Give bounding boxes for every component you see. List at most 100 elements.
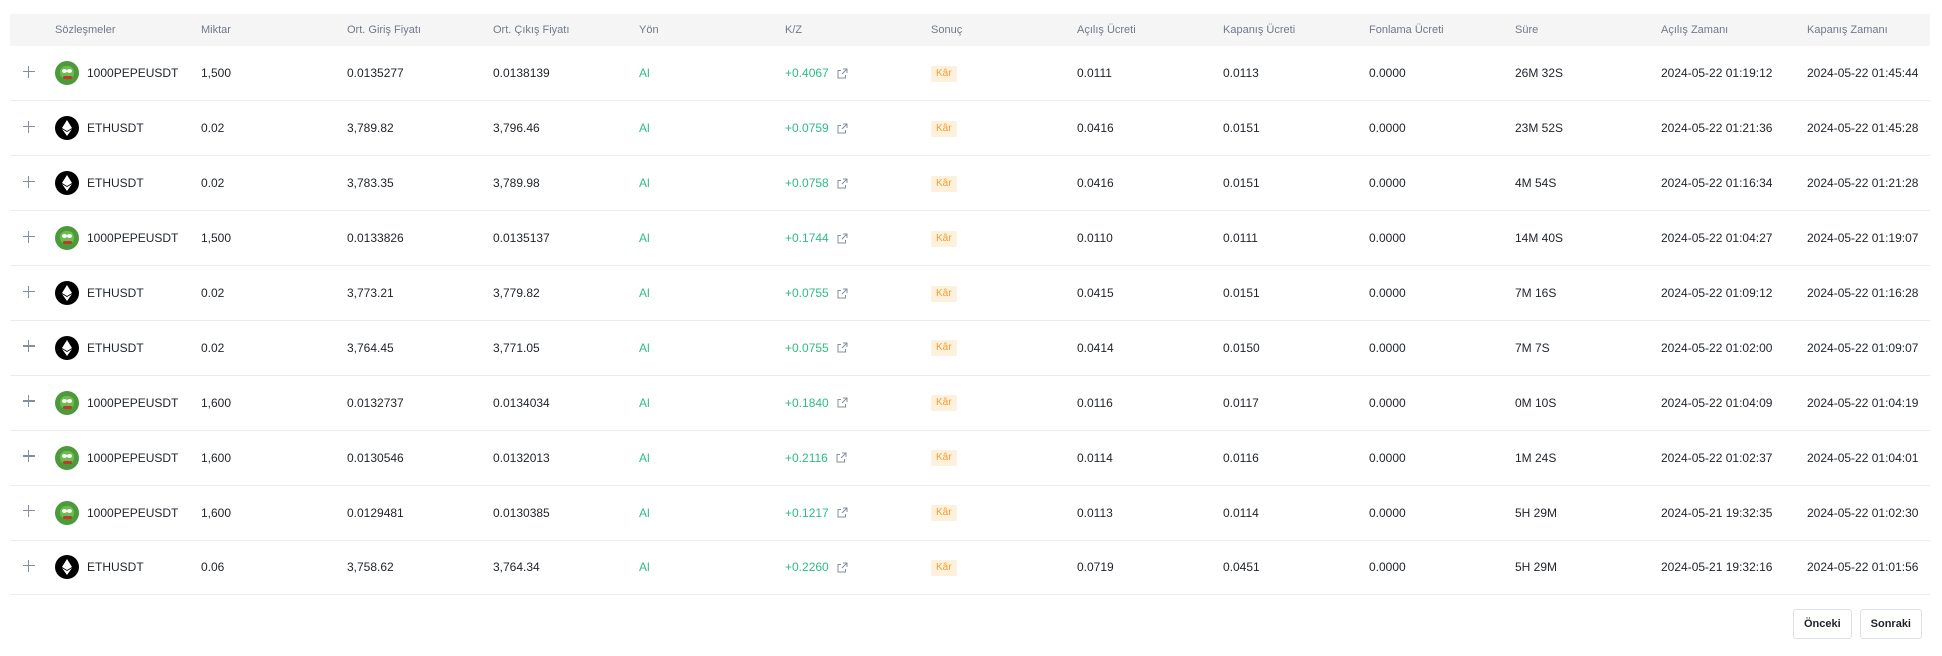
funding-fee-cell: 0.0000 bbox=[1369, 66, 1406, 81]
expand-row-icon[interactable] bbox=[22, 175, 36, 189]
avg-exit-price-cell: 3,771.05 bbox=[493, 340, 540, 355]
contract-symbol: 1000PEPEUSDT bbox=[87, 66, 179, 81]
expand-row-icon[interactable] bbox=[22, 230, 36, 244]
pnl-cell: +0.0759 bbox=[785, 121, 848, 135]
header-expand bbox=[10, 14, 55, 46]
duration-cell: 7M 7S bbox=[1515, 340, 1550, 355]
close-fee-cell: 0.0151 bbox=[1223, 286, 1260, 300]
expand-row-icon[interactable] bbox=[22, 339, 36, 353]
share-icon[interactable] bbox=[837, 68, 848, 79]
funding-fee-cell: 0.0000 bbox=[1369, 560, 1406, 575]
close-time-cell: 2024-05-22 01:04:19 bbox=[1807, 395, 1919, 410]
avg-exit-price-cell: 0.0130385 bbox=[493, 505, 550, 520]
open-fee-cell: 0.0719 bbox=[1077, 560, 1114, 575]
share-icon[interactable] bbox=[837, 397, 848, 408]
table-row: ETHUSDT 0.02 3,789.82 3,796.46 Al +0.0759 Kâr 0… bbox=[10, 101, 1930, 156]
funding-fee-cell: 0.0000 bbox=[1369, 286, 1406, 300]
avg-entry-price-cell: 3,758.62 bbox=[347, 560, 394, 575]
expand-row-icon[interactable] bbox=[22, 120, 36, 134]
header-avg-entry-price: Ort. Giriş Fiyatı bbox=[347, 24, 421, 36]
quantity-cell: 1,600 bbox=[201, 450, 232, 465]
avg-exit-price-cell: 0.0134034 bbox=[493, 395, 550, 410]
quantity-cell: 0.02 bbox=[201, 121, 225, 136]
share-icon[interactable] bbox=[837, 178, 848, 189]
pepe-icon bbox=[55, 445, 79, 470]
header-contracts: Sözleşmeler bbox=[55, 24, 116, 36]
open-fee-cell: 0.0116 bbox=[1077, 395, 1113, 410]
side-cell: Al bbox=[639, 340, 650, 355]
close-time-cell: 2024-05-22 01:16:28 bbox=[1807, 286, 1919, 300]
header-side: Yön bbox=[639, 24, 659, 36]
open-fee-cell: 0.0416 bbox=[1077, 121, 1114, 136]
next-page-button[interactable]: Sonraki bbox=[1859, 609, 1922, 639]
contract-cell: 1000PEPEUSDT bbox=[55, 390, 201, 415]
open-fee-cell: 0.0113 bbox=[1077, 505, 1113, 520]
avg-exit-price-cell: 3,789.98 bbox=[493, 176, 540, 191]
contract-cell: 1000PEPEUSDT bbox=[55, 61, 201, 86]
share-icon[interactable] bbox=[837, 562, 848, 573]
pnl-value: +0.2260 bbox=[785, 560, 829, 575]
table-row: ETHUSDT 0.06 3,758.62 3,764.34 Al +0.2260 Kâr 0… bbox=[10, 540, 1930, 595]
contract-cell: 1000PEPEUSDT bbox=[55, 226, 201, 251]
previous-page-button[interactable]: Önceki bbox=[1792, 609, 1852, 639]
expand-row-icon[interactable] bbox=[22, 394, 36, 408]
avg-entry-price-cell: 3,789.82 bbox=[347, 121, 394, 136]
side-cell: Al bbox=[639, 560, 650, 575]
eth-icon bbox=[55, 335, 79, 360]
table-row: ETHUSDT 0.02 3,773.21 3,779.82 Al +0.0755 Kâr 0… bbox=[10, 266, 1930, 321]
table-row: ETHUSDT 0.02 3,783.35 3,789.98 Al +0.0758 Kâr 0… bbox=[10, 156, 1930, 211]
pnl-value: +0.0755 bbox=[785, 286, 829, 300]
expand-row-icon[interactable] bbox=[22, 504, 36, 518]
share-icon[interactable] bbox=[837, 288, 848, 299]
close-fee-cell: 0.0111 bbox=[1223, 231, 1258, 246]
close-fee-cell: 0.0151 bbox=[1223, 176, 1260, 191]
quantity-cell: 0.02 bbox=[201, 176, 225, 191]
share-icon[interactable] bbox=[837, 342, 848, 353]
avg-entry-price-cell: 0.0133826 bbox=[347, 231, 404, 246]
close-time-cell: 2024-05-22 01:02:30 bbox=[1807, 505, 1919, 520]
avg-exit-price-cell: 0.0132013 bbox=[493, 450, 550, 465]
result-badge: Kâr bbox=[931, 505, 957, 522]
close-time-cell: 2024-05-22 01:01:56 bbox=[1807, 560, 1919, 575]
contract-symbol: ETHUSDT bbox=[87, 286, 144, 300]
contract-symbol: 1000PEPEUSDT bbox=[87, 395, 179, 410]
open-time-cell: 2024-05-22 01:04:09 bbox=[1661, 395, 1773, 410]
quantity-cell: 1,600 bbox=[201, 505, 232, 520]
expand-row-icon[interactable] bbox=[22, 559, 36, 573]
close-fee-cell: 0.0113 bbox=[1223, 66, 1259, 81]
contract-symbol: ETHUSDT bbox=[87, 340, 144, 355]
avg-exit-price-cell: 0.0138139 bbox=[493, 66, 550, 81]
expand-row-icon[interactable] bbox=[22, 65, 36, 79]
result-badge: Kâr bbox=[931, 65, 957, 82]
duration-cell: 14M 40S bbox=[1515, 231, 1564, 246]
funding-fee-cell: 0.0000 bbox=[1369, 176, 1406, 191]
quantity-cell: 0.02 bbox=[201, 340, 225, 355]
side-cell: Al bbox=[639, 121, 650, 136]
pnl-cell: +0.0755 bbox=[785, 341, 848, 355]
pepe-icon bbox=[55, 500, 79, 525]
close-fee-cell: 0.0116 bbox=[1223, 450, 1259, 465]
result-badge: Kâr bbox=[931, 395, 957, 412]
share-icon[interactable] bbox=[837, 233, 848, 244]
close-time-cell: 2024-05-22 01:09:07 bbox=[1807, 340, 1919, 355]
funding-fee-cell: 0.0000 bbox=[1369, 505, 1406, 520]
table-row: 1000PEPEUSDT 1,600 0.0129481 0.0130385 Al +0.… bbox=[10, 485, 1930, 541]
duration-cell: 26M 32S bbox=[1515, 66, 1564, 81]
duration-cell: 23M 52S bbox=[1515, 121, 1564, 136]
expand-row-icon[interactable] bbox=[22, 285, 36, 299]
funding-fee-cell: 0.0000 bbox=[1369, 340, 1406, 355]
share-icon[interactable] bbox=[837, 123, 848, 134]
share-icon[interactable] bbox=[836, 452, 847, 463]
share-icon[interactable] bbox=[837, 507, 848, 518]
quantity-cell: 0.06 bbox=[201, 560, 225, 575]
avg-entry-price-cell: 3,764.45 bbox=[347, 340, 394, 355]
avg-entry-price-cell: 0.0130546 bbox=[347, 450, 404, 465]
header-avg-exit-price: Ort. Çıkış Fiyatı bbox=[493, 24, 570, 36]
open-time-cell: 2024-05-21 19:32:16 bbox=[1661, 560, 1773, 575]
expand-row-icon[interactable] bbox=[22, 449, 36, 463]
result-badge: Kâr bbox=[931, 450, 957, 467]
quantity-cell: 1,600 bbox=[201, 395, 232, 410]
close-time-cell: 2024-05-22 01:45:44 bbox=[1807, 66, 1919, 81]
avg-exit-price-cell: 3,779.82 bbox=[493, 286, 540, 300]
open-time-cell: 2024-05-22 01:09:12 bbox=[1661, 286, 1773, 300]
